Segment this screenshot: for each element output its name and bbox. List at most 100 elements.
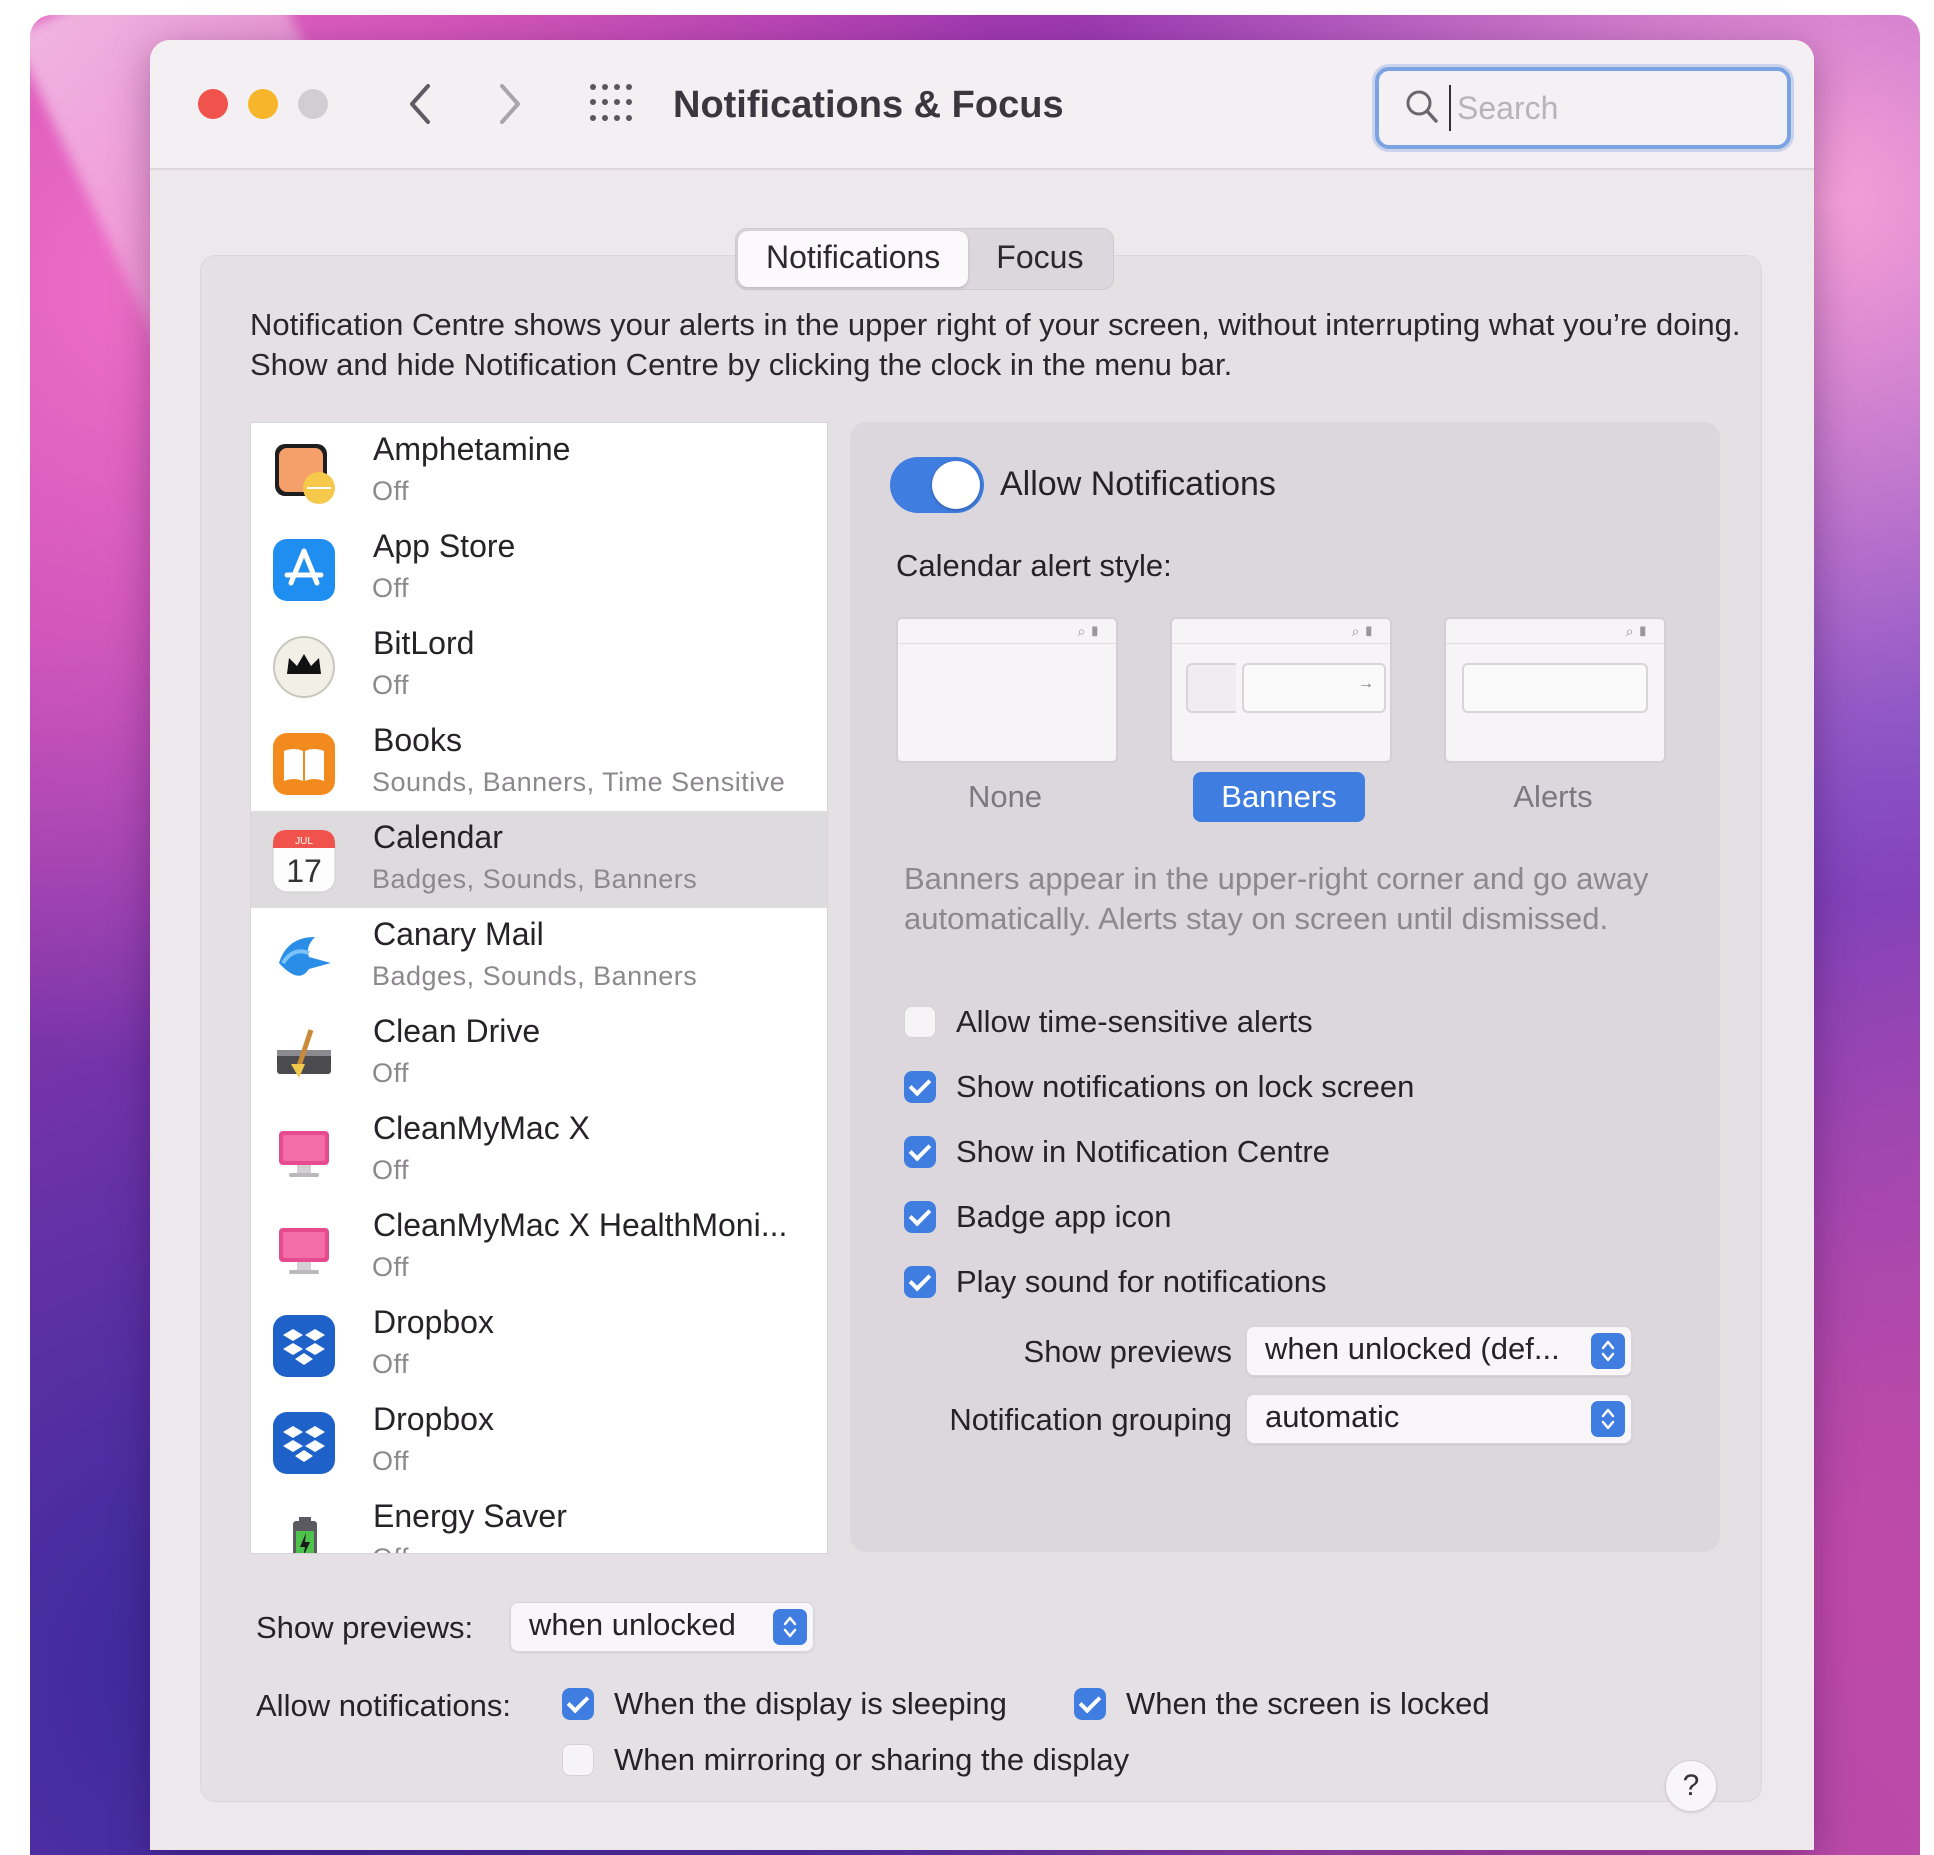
- app-name: BitLord: [373, 625, 475, 661]
- time-sensitive-alerts-checkbox-row[interactable]: Allow time-sensitive alerts: [904, 1002, 1313, 1042]
- tab-notifications[interactable]: Notifications: [738, 231, 969, 287]
- list-item-bitlord[interactable]: BitLord Off: [251, 617, 827, 714]
- dropbox-icon: [273, 1315, 335, 1377]
- allow-notifications-toggle[interactable]: [890, 457, 984, 513]
- global-show-previews-label: Show previews:: [256, 1610, 474, 1645]
- app-status: Off: [372, 476, 410, 506]
- svg-text:17: 17: [286, 853, 322, 889]
- alert-style-alerts-preview[interactable]: ⌕ ▮: [1444, 617, 1666, 763]
- list-item-energy-saver[interactable]: Energy Saver Off: [251, 1490, 827, 1553]
- bitlord-icon: [273, 636, 335, 698]
- badge-app-icon-checkbox-row[interactable]: Badge app icon: [904, 1197, 1171, 1237]
- search-field[interactable]: [1375, 67, 1791, 149]
- alert-style-none-preview[interactable]: ⌕ ▮: [896, 617, 1118, 763]
- app-status: Badges, Sounds, Banners: [372, 961, 698, 991]
- zoom-window-button[interactable]: [298, 89, 328, 119]
- dropbox-icon: [273, 1412, 335, 1474]
- play-sound-checkbox-row[interactable]: Play sound for notifications: [904, 1262, 1327, 1302]
- alert-style-banners-preview[interactable]: ⌕ ▮ →: [1170, 617, 1392, 763]
- app-name: Dropbox: [373, 1401, 494, 1437]
- global-show-previews-select[interactable]: when unlocked: [510, 1602, 814, 1652]
- show-previews-label: Show previews: [1023, 1334, 1232, 1369]
- app-name: Energy Saver: [373, 1498, 567, 1534]
- tab-focus[interactable]: Focus: [968, 231, 1111, 287]
- help-button[interactable]: ?: [1665, 1760, 1717, 1812]
- calendar-icon: JUL 17: [272, 829, 336, 893]
- notification-centre-checkbox-row[interactable]: Show in Notification Centre: [904, 1132, 1330, 1172]
- select-value: when unlocked (def...: [1265, 1331, 1560, 1366]
- alert-style-alerts-option[interactable]: Alerts: [1444, 772, 1662, 822]
- search-icon: [1406, 90, 1438, 123]
- chevron-left-icon: [410, 84, 430, 124]
- app-status: Off: [372, 1252, 410, 1282]
- display-sleeping-checkbox[interactable]: [562, 1688, 594, 1720]
- app-status: Off: [372, 573, 410, 603]
- mirroring-checkbox[interactable]: [562, 1744, 594, 1776]
- title-bar: Notifications & Focus: [150, 40, 1814, 170]
- screen-locked-checkbox[interactable]: [1074, 1688, 1106, 1720]
- cleanmymac-health-icon: [279, 1228, 329, 1274]
- show-previews-select[interactable]: when unlocked (def...: [1246, 1326, 1632, 1376]
- list-item-app-store[interactable]: App Store Off: [251, 520, 827, 617]
- back-button[interactable]: [400, 76, 440, 132]
- app-list[interactable]: Amphetamine Off App Store Off BitLord Of…: [250, 422, 828, 1554]
- screen-locked-checkbox-row[interactable]: When the screen is locked: [1074, 1684, 1490, 1724]
- app-status: Badges, Sounds, Banners: [372, 864, 698, 894]
- svg-text:JUL: JUL: [295, 836, 313, 847]
- checkbox-label: Show in Notification Centre: [956, 1134, 1330, 1169]
- app-name: Canary Mail: [373, 916, 544, 952]
- amphetamine-icon: [275, 444, 335, 504]
- app-name: CleanMyMac X: [373, 1110, 590, 1146]
- mirroring-checkbox-row[interactable]: When mirroring or sharing the display: [562, 1740, 1129, 1780]
- time-sensitive-alerts-checkbox[interactable]: [904, 1006, 936, 1038]
- books-icon: [273, 733, 335, 795]
- checkbox-label: When the screen is locked: [1126, 1686, 1490, 1721]
- cleanmymac-icon: [279, 1131, 329, 1177]
- lock-screen-checkbox[interactable]: [904, 1071, 936, 1103]
- notification-grouping-label: Notification grouping: [949, 1402, 1232, 1437]
- close-window-button[interactable]: [198, 89, 228, 119]
- lock-screen-checkbox-row[interactable]: Show notifications on lock screen: [904, 1067, 1414, 1107]
- display-sleeping-checkbox-row[interactable]: When the display is sleeping: [562, 1684, 1007, 1724]
- checkbox-label: Show notifications on lock screen: [956, 1069, 1415, 1104]
- list-item-cleanmymac[interactable]: CleanMyMac X Off: [251, 1102, 827, 1199]
- notification-grouping-select[interactable]: automatic: [1246, 1394, 1632, 1444]
- app-name: App Store: [373, 528, 516, 564]
- checkbox-label: Badge app icon: [956, 1199, 1172, 1234]
- search-input[interactable]: [1449, 85, 1769, 131]
- alert-style-none-option[interactable]: None: [896, 772, 1114, 822]
- app-name: Dropbox: [373, 1304, 494, 1340]
- allow-notifications-label: Allow Notifications: [1000, 465, 1276, 503]
- app-name: Calendar: [373, 819, 503, 855]
- chevron-right-icon: [500, 84, 520, 124]
- list-item-clean-drive[interactable]: Clean Drive Off: [251, 1005, 827, 1102]
- alert-style-banners-option[interactable]: Banners: [1193, 772, 1365, 822]
- notification-centre-checkbox[interactable]: [904, 1136, 936, 1168]
- list-item-books[interactable]: Books Sounds, Banners, Time Sensitive: [251, 714, 827, 811]
- show-all-grid-icon[interactable]: [590, 84, 634, 124]
- app-status: Off: [372, 1543, 409, 1553]
- list-item-dropbox[interactable]: Dropbox Off: [251, 1393, 827, 1490]
- list-item-canary-mail[interactable]: Canary Mail Badges, Sounds, Banners: [251, 908, 827, 1005]
- app-name: Clean Drive: [373, 1013, 541, 1049]
- play-sound-checkbox[interactable]: [904, 1266, 936, 1298]
- alert-style-help-text: Banners appear in the upper-right corner…: [904, 861, 1649, 936]
- system-preferences-window: Notifications & Focus Notifications Focu…: [150, 40, 1814, 1850]
- updown-arrows-icon: [773, 1609, 807, 1645]
- list-item-calendar[interactable]: JUL 17 Calendar Badges, Sounds, Banners: [251, 811, 827, 908]
- list-item-cleanmymac-health[interactable]: CleanMyMac X HealthMoni... Off: [251, 1199, 827, 1296]
- checkbox-label: When the display is sleeping: [614, 1686, 1007, 1721]
- global-allow-notifications-label: Allow notifications:: [256, 1688, 512, 1723]
- window-title: Notifications & Focus: [673, 84, 1064, 126]
- minimize-window-button[interactable]: [248, 89, 278, 119]
- app-status: Sounds, Banners, Time Sensitive: [372, 767, 786, 797]
- energy-saver-icon: [293, 1517, 317, 1553]
- canary-mail-icon: [279, 937, 331, 976]
- list-item-dropbox[interactable]: Dropbox Off: [251, 1296, 827, 1393]
- select-value: when unlocked: [529, 1607, 736, 1642]
- badge-app-icon-checkbox[interactable]: [904, 1201, 936, 1233]
- alert-style-label: Calendar alert style:: [896, 548, 1172, 583]
- list-item-amphetamine[interactable]: Amphetamine Off: [251, 423, 827, 520]
- app-status: Off: [372, 670, 410, 700]
- forward-button[interactable]: [490, 76, 530, 132]
